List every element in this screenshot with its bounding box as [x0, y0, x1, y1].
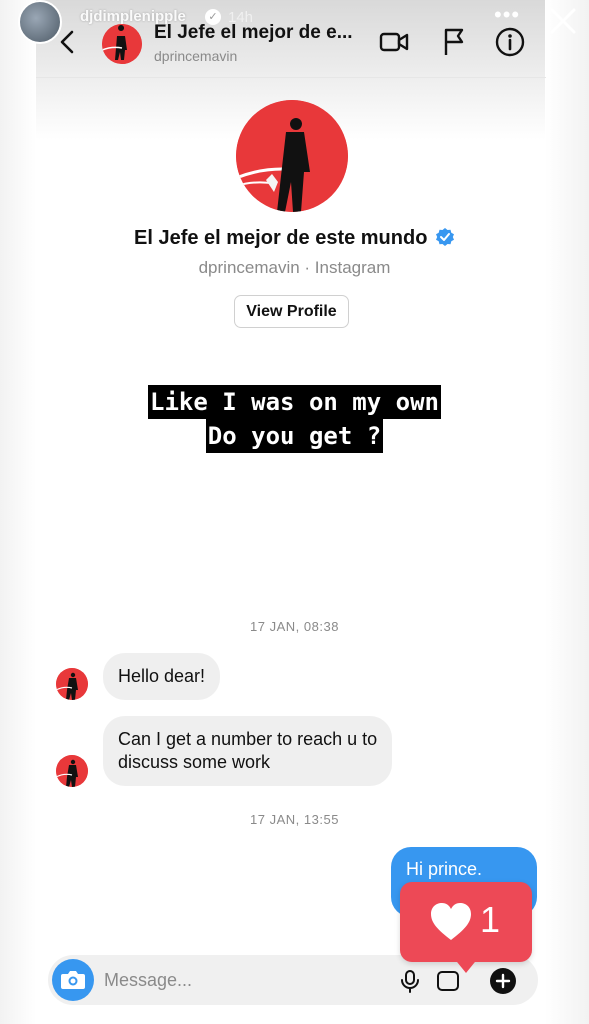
message-timestamp: 17 JAN, 13:55 [250, 812, 339, 827]
heart-icon [431, 903, 471, 940]
profile-subtitle: dprincemavin · Instagram [198, 258, 391, 277]
silhouette-icon [236, 100, 348, 212]
message-timestamp: 17 JAN, 08:38 [250, 619, 339, 634]
like-count: 1 [480, 899, 501, 940]
incoming-message[interactable]: Hello dear! [103, 653, 221, 700]
close-icon[interactable] [546, 4, 580, 38]
caption-line-1: Like I was on my own [148, 385, 441, 419]
message-text: Hi prince. [406, 859, 483, 879]
silhouette-icon [56, 755, 88, 787]
dm-contact-name[interactable]: El Jefe el mejor de e... [154, 22, 353, 44]
story-caption: Like I was on my own Do you get ? [0, 385, 589, 453]
message-text-line-1: Can I get a number to reach u to [118, 729, 378, 749]
message-avatar[interactable] [56, 755, 88, 787]
dm-avatar[interactable] [102, 24, 142, 64]
view-profile-button[interactable]: View Profile [234, 295, 349, 328]
caption-line-2: Do you get ? [205, 419, 384, 453]
profile-display-name: El Jefe el mejor de este mundo [0, 227, 589, 250]
story-edge-right [545, 0, 589, 1024]
incoming-message[interactable]: Can I get a number to reach u to discuss… [103, 716, 393, 786]
message-avatar[interactable] [56, 668, 88, 700]
video-call-icon[interactable] [378, 26, 410, 58]
message-text: Hello dear! [118, 666, 206, 686]
verified-badge-icon [436, 228, 454, 246]
back-arrow-icon[interactable] [54, 26, 82, 58]
camera-icon [61, 971, 85, 989]
info-icon[interactable] [494, 26, 526, 58]
profile-name-text: El Jefe el mejor de este mundo [134, 227, 428, 249]
camera-button[interactable] [52, 959, 94, 1001]
message-input[interactable]: Message... [104, 970, 192, 991]
flag-icon[interactable] [438, 26, 470, 58]
profile-picture[interactable] [236, 100, 348, 212]
like-bubble-tail [453, 957, 479, 973]
dm-contact-username[interactable]: dprincemavin [154, 48, 237, 64]
like-count-sticker[interactable]: 1 [400, 882, 532, 978]
silhouette-icon [56, 668, 88, 700]
dm-header: El Jefe el mejor de e... dprincemavin [36, 18, 546, 78]
message-text-line-2: discuss some work [118, 752, 271, 772]
story-edge-left [0, 0, 36, 1024]
silhouette-icon [102, 24, 142, 64]
